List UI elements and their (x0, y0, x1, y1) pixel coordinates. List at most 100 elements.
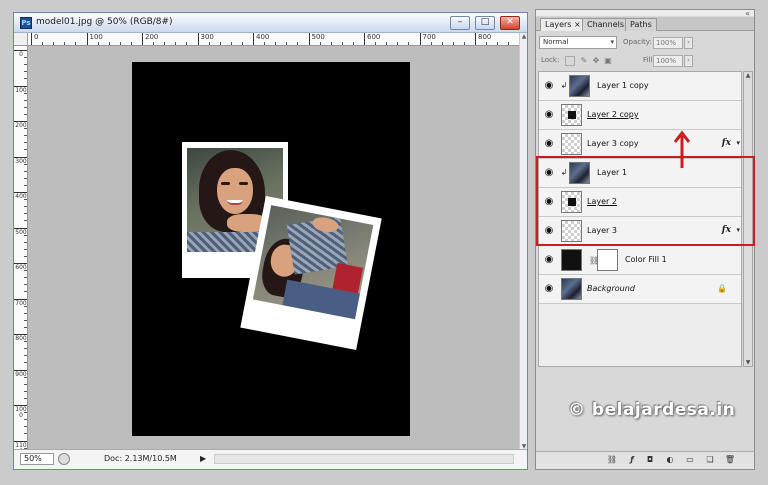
ruler-minor-tick (24, 277, 27, 279)
ruler-tick-label: 100 (86, 33, 103, 45)
blend-mode-select[interactable]: Normal ▾ (539, 36, 617, 49)
link-layers-icon[interactable]: ⛓ (606, 454, 618, 466)
layer-mask-thumbnail (597, 249, 618, 271)
ruler-minor-tick (24, 113, 27, 115)
ruler-minor-tick (241, 42, 243, 45)
document-window: Ps model01.jpg @ 50% (RGB/8#) – □ ✕ 0 100… (13, 12, 528, 470)
ruler-corner[interactable] (14, 33, 28, 46)
ruler-minor-tick (24, 92, 27, 94)
minimize-button[interactable]: – (450, 16, 470, 30)
vertical-scrollbar[interactable]: ▲ ▼ (519, 33, 527, 451)
ruler-minor-tick (153, 42, 155, 45)
canvas[interactable] (132, 62, 410, 436)
ruler-minor-tick (24, 135, 27, 137)
polaroid-photo-2[interactable] (240, 195, 382, 351)
ruler-minor-tick (24, 397, 27, 399)
lock-row: Lock: ✎ ✥ ▣ Fill: 100% › (539, 54, 753, 68)
document-titlebar[interactable]: Ps model01.jpg @ 50% (RGB/8#) – □ ✕ (14, 13, 527, 33)
panel-tabs: Layers × Channels Paths (536, 17, 754, 31)
fill-field[interactable]: 100% (653, 55, 683, 67)
status-info-icon[interactable] (58, 453, 70, 465)
lock-all-icon[interactable]: ▣ (603, 56, 613, 66)
ruler-minor-tick (97, 42, 99, 45)
ruler-minor-tick (108, 42, 110, 45)
ruler-minor-tick (24, 199, 27, 201)
visibility-eye-icon[interactable]: ◉ (542, 80, 556, 92)
panel-header[interactable]: « (536, 9, 754, 18)
layer-name: Background (587, 284, 635, 293)
ruler-minor-tick (486, 42, 488, 45)
close-button[interactable]: ✕ (500, 16, 520, 30)
ruler-minor-tick (130, 42, 132, 45)
ruler-tick-label: 500 (308, 33, 325, 45)
ruler-minor-tick (24, 255, 27, 257)
layer-row[interactable]: ◉ Layer 2 copy (539, 101, 741, 130)
ruler-minor-tick (24, 78, 27, 80)
up-arrow-icon (673, 130, 691, 168)
tab-channels[interactable]: Channels (582, 18, 630, 31)
tab-paths[interactable]: Paths (625, 18, 657, 31)
ruler-minor-tick (24, 106, 27, 108)
ruler-minor-tick (330, 42, 332, 45)
ruler-minor-tick (24, 213, 27, 215)
lock-position-move-icon[interactable]: ✥ (591, 56, 601, 66)
add-mask-icon[interactable]: ◘ (644, 454, 656, 466)
ruler-minor-tick (508, 42, 510, 45)
ruler-tick-label: 400 (253, 33, 269, 45)
ruler-minor-tick (397, 42, 399, 45)
fill-arrow-icon[interactable]: › (684, 55, 693, 67)
watermark-text: © belajardesa.in (568, 400, 736, 420)
ruler-minor-tick (164, 42, 166, 45)
ruler-minor-tick (24, 376, 27, 378)
visibility-eye-icon[interactable]: ◉ (542, 109, 556, 121)
layer-name: Color Fill 1 (625, 255, 667, 264)
visibility-eye-icon[interactable]: ◉ (542, 138, 556, 150)
lock-image-brush-icon[interactable]: ✎ (579, 56, 589, 66)
opacity-arrow-icon[interactable]: › (684, 37, 693, 49)
add-layer-style-icon[interactable]: ƒ (626, 454, 638, 466)
document-title: model01.jpg @ 50% (RGB/8#) (36, 17, 173, 27)
horizontal-scrollbar[interactable] (214, 454, 514, 464)
zoom-field[interactable]: 50% (20, 453, 54, 465)
ruler-minor-tick (24, 312, 27, 314)
ruler-minor-tick (264, 42, 266, 45)
visibility-eye-icon[interactable]: ◉ (542, 254, 556, 266)
new-group-folder-icon[interactable]: ▭ (684, 454, 696, 466)
ruler-minor-tick (24, 234, 27, 236)
delete-layer-trash-icon[interactable]: 🗑 (724, 454, 736, 466)
status-menu-arrow-icon[interactable]: ▶ (200, 454, 206, 463)
ruler-minor-tick (24, 412, 27, 414)
expand-effects-icon[interactable]: ▾ (736, 139, 740, 147)
ruler-minor-tick (24, 390, 27, 392)
ruler-minor-tick (286, 42, 288, 45)
new-layer-icon[interactable]: ❏ (704, 454, 716, 466)
layer-effects-fx-icon[interactable]: fx (722, 138, 731, 148)
maximize-button[interactable]: □ (475, 16, 495, 30)
ruler-minor-tick (75, 42, 77, 45)
ruler-tick-label: 200 (142, 33, 158, 45)
lock-transparent-icon[interactable] (565, 56, 575, 66)
ruler-minor-tick (24, 270, 27, 272)
layer-row[interactable]: ◉ Layer 3 copy fx ▾ (539, 130, 741, 159)
scroll-up-icon[interactable]: ▲ (744, 72, 752, 79)
visibility-eye-icon[interactable]: ◉ (542, 283, 556, 295)
ruler-minor-tick (24, 305, 27, 307)
ruler-minor-tick (24, 149, 27, 151)
ruler-minor-tick (24, 383, 27, 385)
ruler-minor-tick (186, 42, 188, 45)
adjustment-layer-icon[interactable]: ◐ (664, 454, 676, 466)
layer-row[interactable]: ◉ ↲ Layer 1 copy (539, 72, 741, 101)
document-size-info: Doc: 2.13M/10.5M (104, 454, 177, 463)
scroll-up-icon[interactable]: ▲ (520, 33, 528, 41)
ruler-minor-tick (24, 128, 27, 130)
vertical-ruler[interactable]: 010020030040050060070080090010001100 (14, 46, 28, 451)
horizontal-ruler[interactable]: 0100200300400500600700800900 (28, 33, 520, 46)
ruler-minor-tick (24, 419, 27, 421)
scroll-down-icon[interactable]: ▼ (744, 359, 752, 366)
layer-row[interactable]: ◉ ⛓ Color Fill 1 (539, 246, 741, 275)
ruler-minor-tick (42, 42, 44, 45)
tab-layers[interactable]: Layers × (540, 18, 586, 31)
layer-row[interactable]: ◉ Background 🔒 (539, 275, 741, 304)
opacity-field[interactable]: 100% (653, 37, 683, 49)
ruler-minor-tick (24, 348, 27, 350)
